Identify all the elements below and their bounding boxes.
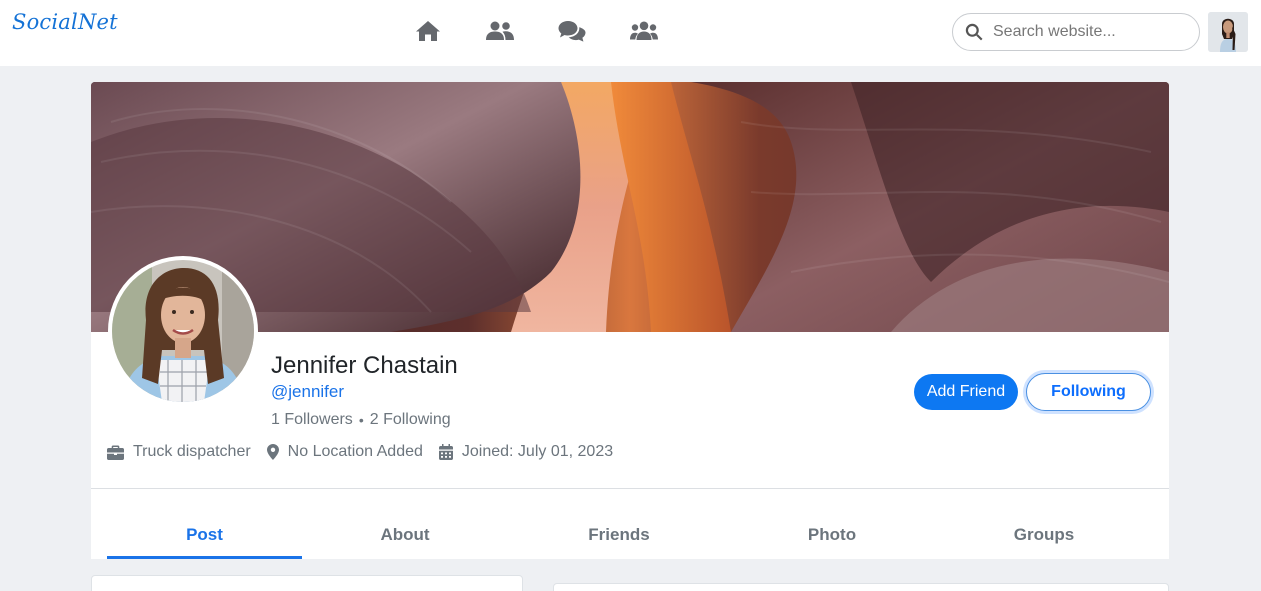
- search-icon: [965, 23, 983, 41]
- tab-about[interactable]: About: [316, 514, 494, 559]
- profile-meta: Truck dispatcher No Location Added Joine…: [107, 443, 629, 461]
- location-info: No Location Added: [266, 443, 423, 461]
- friends-icon[interactable]: [482, 14, 518, 48]
- add-friend-button[interactable]: Add Friend: [914, 374, 1018, 410]
- following-button[interactable]: Following: [1026, 373, 1151, 411]
- search-box: [952, 13, 1200, 51]
- calendar-icon: [438, 444, 453, 460]
- profile-handle[interactable]: @jennifer: [271, 382, 344, 402]
- groups-icon[interactable]: [626, 14, 662, 48]
- profile-card: Jennifer Chastain @jennifer 1 Followers …: [91, 82, 1169, 559]
- messages-icon[interactable]: [554, 14, 590, 48]
- location-text: No Location Added: [287, 443, 423, 460]
- job-info: Truck dispatcher: [107, 443, 251, 461]
- profile-avatar[interactable]: [108, 256, 258, 406]
- map-marker-icon: [266, 444, 279, 460]
- joined-date: Joined: July 01, 2023: [461, 443, 614, 460]
- main-nav: [410, 14, 662, 48]
- home-icon[interactable]: [410, 14, 446, 48]
- search-input[interactable]: [993, 23, 1193, 41]
- cover-photo: [91, 82, 1169, 332]
- tab-friends[interactable]: Friends: [530, 514, 708, 559]
- briefcase-icon: [107, 445, 124, 460]
- divider: [91, 488, 1169, 489]
- following-count[interactable]: 2 Following: [370, 411, 451, 429]
- right-panel: [553, 583, 1169, 591]
- profile-tabs: Post About Friends Photo Groups: [107, 514, 1153, 559]
- follow-stats: 1 Followers • 2 Following: [271, 411, 451, 429]
- separator-dot: •: [358, 412, 364, 428]
- brand-logo[interactable]: SocialNet: [12, 10, 118, 34]
- job-title: Truck dispatcher: [133, 443, 251, 460]
- user-avatar[interactable]: [1208, 12, 1248, 52]
- tab-photo[interactable]: Photo: [743, 514, 921, 559]
- tab-groups[interactable]: Groups: [955, 514, 1133, 559]
- joined-info: Joined: July 01, 2023: [438, 443, 614, 461]
- followers-count[interactable]: 1 Followers: [271, 411, 353, 429]
- profile-name: Jennifer Chastain: [271, 352, 458, 379]
- top-navbar: SocialNet: [0, 0, 1261, 66]
- left-panel: [91, 575, 523, 591]
- tab-post[interactable]: Post: [107, 514, 302, 559]
